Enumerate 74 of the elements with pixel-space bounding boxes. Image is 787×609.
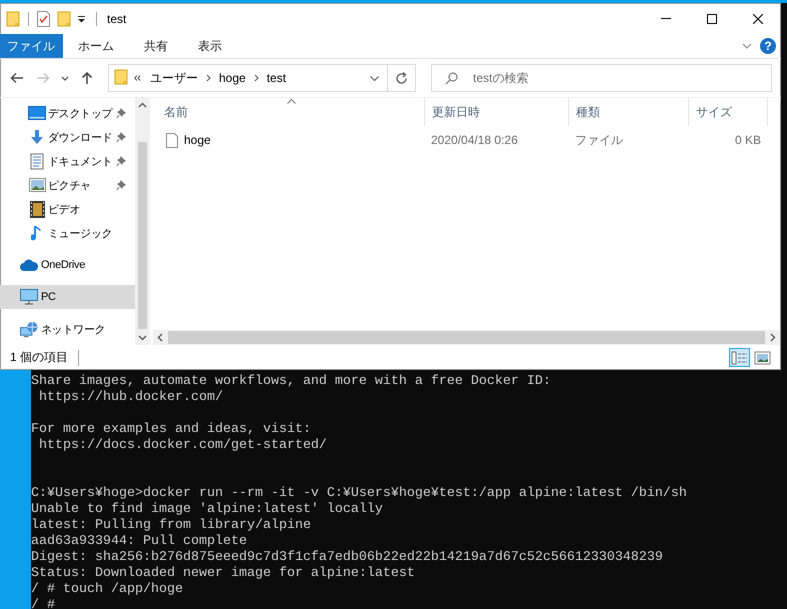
folder-icon — [114, 68, 128, 84]
folder-icon — [57, 10, 71, 26]
up-arrow-icon — [79, 70, 95, 86]
nav-item[interactable]: PC — [0, 285, 135, 309]
chevron-down-icon[interactable] — [370, 76, 379, 80]
search-icon — [445, 72, 458, 85]
column-header[interactable]: サイズ — [688, 98, 768, 126]
search-field[interactable]: testの検索 — [431, 64, 772, 92]
terminal-line: https://docs.docker.com/get-started/ — [38, 438, 327, 454]
dropdown-icon[interactable] — [77, 14, 86, 22]
file-row[interactable]: hoge 2020/04/18 0:26 ファイル 0 KB — [157, 129, 781, 151]
terminal-line: https://hub.docker.com/ — [38, 390, 223, 406]
computer-icon — [20, 289, 38, 305]
ribbon-tab[interactable]: ホーム — [63, 34, 129, 58]
maximize-icon — [707, 14, 717, 24]
details-view-icon — [731, 350, 748, 364]
scrollbar[interactable] — [153, 330, 780, 345]
nav-item[interactable]: デスクトップ — [0, 101, 135, 125]
chevron-right-icon — [206, 74, 211, 82]
table-cell-text: 0 KB — [734, 133, 762, 147]
terminal-line: latest: Pulling from library/alpine — [31, 518, 311, 534]
table-cell-text: ファイル — [574, 132, 624, 148]
document-icon — [30, 152, 44, 170]
terminal-line: Status: Downloaded newer image for alpine:latest — [31, 566, 415, 582]
picture-icon — [28, 178, 46, 192]
file-icon — [166, 132, 178, 148]
column-header[interactable]: 種類 — [568, 98, 688, 126]
nav-item[interactable]: OneDrive — [0, 253, 135, 277]
file-menu-button[interactable]: ファイル — [0, 34, 63, 58]
view-button[interactable] — [729, 348, 750, 367]
file-name: hoge — [184, 133, 211, 147]
address-bar[interactable]: ユーザー hoge test — [108, 64, 416, 92]
cloud-icon — [20, 259, 38, 271]
breadcrumb-item[interactable]: test — [264, 71, 290, 85]
nav-item[interactable]: ビデオ — [0, 197, 135, 221]
chevron-down-icon[interactable] — [742, 43, 752, 49]
double-chevron-icon[interactable] — [134, 75, 141, 81]
nav-item[interactable]: ダウンロード — [0, 125, 135, 149]
scrollbar[interactable] — [135, 98, 150, 345]
close-icon — [753, 14, 763, 24]
nav-item[interactable]: ドキュメント — [0, 149, 135, 173]
terminal-line: Unable to find image 'alpine:latest' locally — [31, 502, 383, 518]
minimize-icon — [661, 18, 671, 19]
terminal-line: / # touch /app/hoge — [31, 582, 183, 598]
nav-item[interactable]: ピクチャ — [0, 173, 135, 197]
terminal-line: Digest: sha256:b276d875eeed9c7d3f1cfa7edb06b22ed22b14219a7d67c52c56612330348239 — [31, 550, 663, 566]
terminal-line: Share images, automate workflows, and more with a free Docker ID: — [31, 374, 551, 390]
download-arrow-icon — [29, 129, 45, 145]
chevron-down-icon — [61, 76, 69, 80]
network-icon — [20, 320, 38, 338]
checklist-icon — [37, 10, 50, 26]
breadcrumb-item[interactable]: hoge — [216, 71, 249, 85]
ribbon-tab[interactable]: 表示 — [183, 34, 237, 58]
breadcrumb-item[interactable]: ユーザー — [147, 70, 201, 86]
terminal-line: aad63a933944: Pull complete — [31, 534, 247, 550]
column-header[interactable]: 更新日時 — [424, 98, 568, 126]
nav-item[interactable]: ネットワーク — [0, 317, 135, 341]
terminal-line: C:¥Users¥hoge>docker run --rm -it -v C:¥Users¥hoge¥test:/app alpine:latest /bin/sh — [31, 486, 687, 502]
ribbon-tab[interactable]: 共有 — [129, 34, 183, 58]
folder-icon — [6, 10, 20, 26]
window-title: test — [107, 12, 126, 26]
refresh-icon — [395, 72, 408, 84]
terminal-line: For more examples and ideas, visit: — [31, 422, 311, 438]
column-header[interactable]: 名前 — [157, 98, 424, 126]
nav-item[interactable]: ミュージック — [0, 221, 135, 245]
desktop-icon — [28, 106, 46, 120]
music-note-icon — [31, 224, 43, 242]
picture-icon — [754, 350, 771, 364]
help-button[interactable]: ? — [760, 38, 776, 54]
table-cell-text: 2020/04/18 0:26 — [430, 133, 519, 147]
film-icon — [30, 200, 44, 218]
chevron-right-icon — [254, 74, 259, 82]
item-count: 1 個の項目 — [10, 349, 68, 366]
terminal-line: / # — [31, 598, 55, 609]
